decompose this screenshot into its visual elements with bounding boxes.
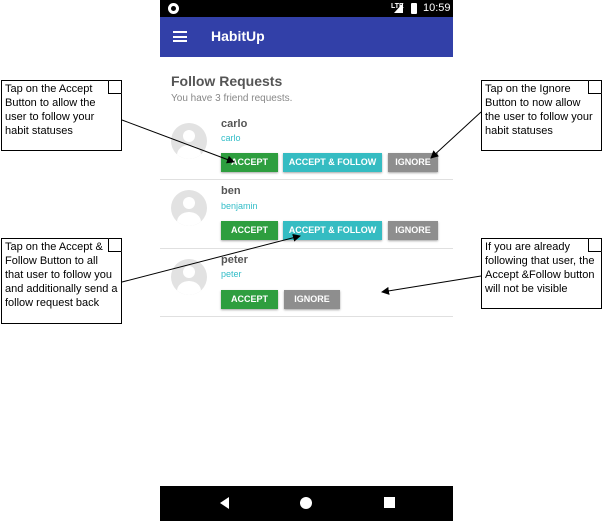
page-title: Follow Requests <box>171 73 283 89</box>
home-icon[interactable] <box>300 497 312 509</box>
accept-follow-button[interactable]: ACCEPT & FOLLOW <box>283 221 382 240</box>
accept-follow-button[interactable]: ACCEPT & FOLLOW <box>283 153 382 172</box>
divider <box>160 316 453 317</box>
app-title: HabitUp <box>211 28 265 44</box>
accept-button[interactable]: ACCEPT <box>221 290 278 309</box>
ignore-button[interactable]: IGNORE <box>388 221 438 240</box>
accept-button[interactable]: ACCEPT <box>221 221 278 240</box>
app-bar: HabitUp <box>160 17 453 57</box>
ignore-button[interactable]: IGNORE <box>388 153 438 172</box>
annotation-accept: Tap on the Accept Button to allow the us… <box>1 80 122 151</box>
back-icon[interactable] <box>220 497 229 509</box>
annotation-accept-follow: Tap on the Accept & Follow Button to all… <box>1 238 122 324</box>
battery-icon <box>411 3 417 14</box>
request-row-carlo: carlo carlo ACCEPT ACCEPT & FOLLOW IGNOR… <box>160 112 453 180</box>
page-subtitle: You have 3 friend requests. <box>171 93 293 104</box>
request-username[interactable]: carlo <box>221 133 241 143</box>
avatar <box>171 190 207 226</box>
accept-button[interactable]: ACCEPT <box>221 153 278 172</box>
recent-apps-icon[interactable] <box>384 497 395 508</box>
avatar <box>171 259 207 295</box>
request-name: carlo <box>221 118 248 130</box>
camera-notification-icon <box>168 3 179 14</box>
request-username[interactable]: peter <box>221 269 242 279</box>
network-label: LTE <box>391 3 404 10</box>
request-username[interactable]: benjamin <box>221 201 258 211</box>
status-bar: LTE 10:59 <box>160 0 453 17</box>
ignore-button[interactable]: IGNORE <box>284 290 340 309</box>
request-row-peter: peter peter ACCEPT IGNORE <box>160 249 453 317</box>
annotation-ignore: Tap on the Ignore Button to now allow th… <box>481 80 602 151</box>
request-row-ben: ben benjamin ACCEPT ACCEPT & FOLLOW IGNO… <box>160 180 453 248</box>
phone-screen: LTE 10:59 HabitUp Follow Requests You ha… <box>160 0 453 521</box>
navigation-bar <box>160 486 453 521</box>
avatar <box>171 123 207 159</box>
annotation-already-following: If you are already following that user, … <box>481 238 602 309</box>
request-name: peter <box>221 254 248 266</box>
hamburger-menu-icon[interactable] <box>173 31 187 42</box>
request-name: ben <box>221 185 241 197</box>
clock: 10:59 <box>423 2 451 14</box>
